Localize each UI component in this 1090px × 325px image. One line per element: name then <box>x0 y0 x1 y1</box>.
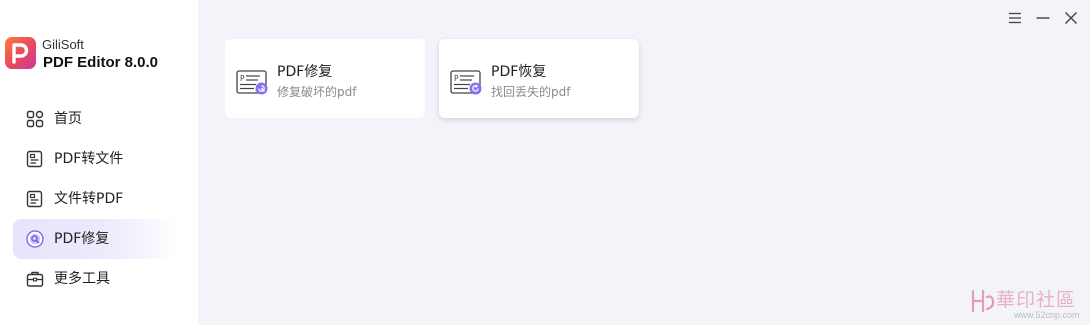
watermark-logo-icon <box>971 289 995 313</box>
sidebar-item-home[interactable]: 首页 <box>13 99 178 139</box>
sidebar-item-label: PDF修复 <box>54 231 110 247</box>
sidebar-item-pdf-to-file[interactable]: PDF转文件 <box>13 139 178 179</box>
watermark-text: 華印社區 <box>996 289 1077 311</box>
svg-text:P: P <box>454 74 459 83</box>
pdf-repair-tool-icon: P <box>236 70 268 95</box>
brand: GiliSoft PDF Editor 8.0.0 <box>5 37 195 73</box>
sidebar-item-label: PDF转文件 <box>54 151 124 167</box>
sidebar-item-file-to-pdf[interactable]: 文件转PDF <box>13 179 178 219</box>
hamburger-menu-icon[interactable] <box>1006 9 1024 27</box>
pdf-recover-tool-icon: P <box>450 70 482 95</box>
card-title: PDF修复 <box>277 64 333 80</box>
sidebar: GiliSoft PDF Editor 8.0.0 首页 PDF转文件 文件转P… <box>0 0 198 325</box>
svg-text:P: P <box>240 74 245 83</box>
file-to-pdf-icon <box>26 190 43 208</box>
watermark: 華印社區 www.52cnp.com <box>956 285 1086 323</box>
sidebar-item-pdf-repair[interactable]: PDF修复 <box>13 219 178 259</box>
toolbox-icon <box>26 271 44 287</box>
sidebar-item-label: 首页 <box>54 111 82 127</box>
sidebar-item-more-tools[interactable]: 更多工具 <box>13 259 178 299</box>
home-grid-icon <box>26 110 44 128</box>
brand-company: GiliSoft <box>42 37 84 52</box>
card-subtitle: 找回丢失的pdf <box>491 85 571 99</box>
pdf-repair-icon <box>26 230 44 248</box>
watermark-url: www.52cnp.com <box>1014 310 1080 320</box>
card-title: PDF恢复 <box>491 64 547 80</box>
pdf-repair-card[interactable]: P PDF修复 修复破坏的pdf <box>225 39 425 118</box>
pdf-editor-logo-icon <box>5 37 36 69</box>
sidebar-item-label: 文件转PDF <box>54 191 124 207</box>
sidebar-item-label: 更多工具 <box>54 271 110 287</box>
card-subtitle: 修复破坏的pdf <box>277 85 357 99</box>
close-icon[interactable] <box>1062 9 1080 27</box>
brand-product: PDF Editor 8.0.0 <box>43 54 159 71</box>
pdf-to-file-icon <box>26 150 43 168</box>
pdf-recover-card[interactable]: P PDF恢复 找回丢失的pdf <box>439 39 639 118</box>
minimize-icon[interactable] <box>1034 9 1052 27</box>
